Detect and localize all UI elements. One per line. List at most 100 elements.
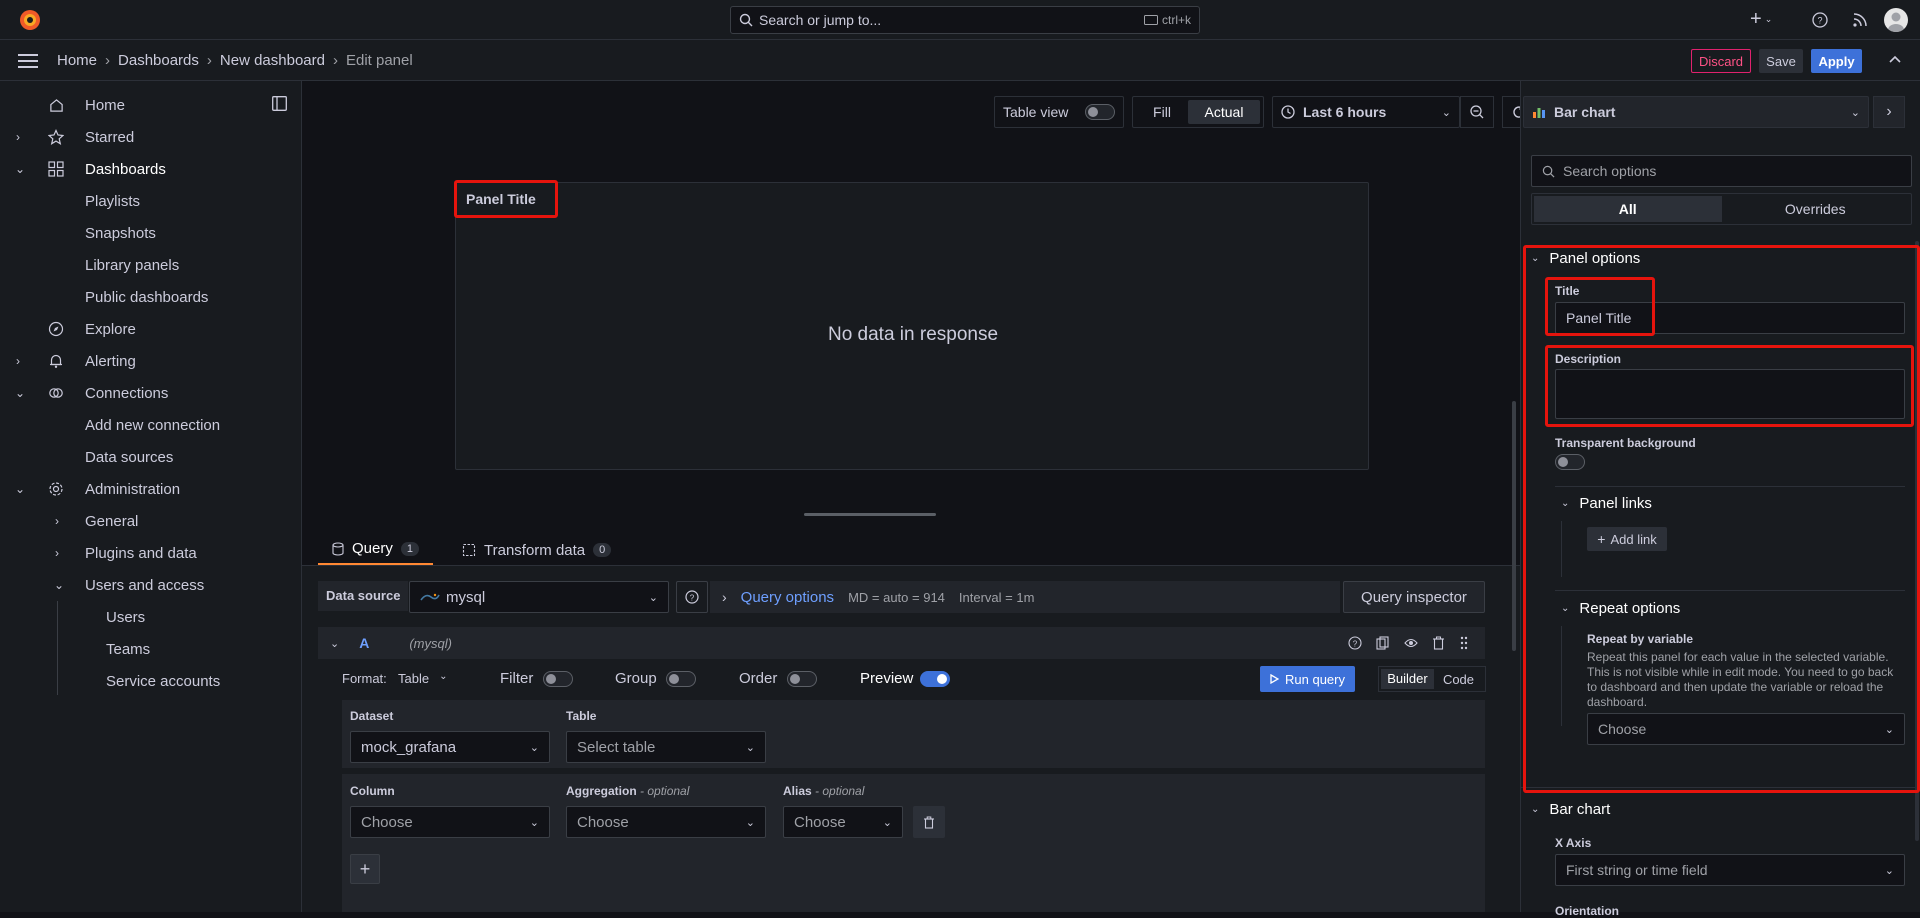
sidebar-item-library-panels[interactable]: Library panels <box>0 249 300 281</box>
preview-toggle[interactable] <box>920 671 950 687</box>
collapse-chevron-up-icon[interactable] <box>1888 54 1902 64</box>
sidebar-item-connections[interactable]: ⌄ Connections <box>0 377 300 409</box>
sidebar-item-plugins-and-data[interactable]: › Plugins and data <box>0 537 300 569</box>
tab-overrides[interactable]: Overrides <box>1722 201 1910 217</box>
new-menu-button[interactable]: + ⌄ <box>1750 8 1772 31</box>
filter-toggle[interactable] <box>543 671 573 687</box>
panel-links-header[interactable]: ⌄ Panel links <box>1561 495 1652 512</box>
chevron-right-icon[interactable]: › <box>55 514 59 528</box>
apply-button[interactable]: Apply <box>1811 49 1862 73</box>
order-toggle[interactable] <box>787 671 817 687</box>
sidebar-item-home[interactable]: Home <box>0 89 300 121</box>
add-link-button[interactable]: + Add link <box>1587 527 1667 551</box>
drag-handle-icon[interactable] <box>1460 636 1468 650</box>
actual-option[interactable]: Actual <box>1188 100 1260 124</box>
chevron-right-icon[interactable]: › <box>16 130 20 144</box>
splitter-handle[interactable] <box>804 513 936 516</box>
breadcrumb-dashboards[interactable]: Dashboards <box>118 52 199 69</box>
hide-query-eye-icon[interactable] <box>1404 637 1418 649</box>
query-inspector-button[interactable]: Query inspector <box>1343 581 1485 613</box>
dataset-select[interactable]: mock_grafana ⌄ <box>350 731 550 763</box>
save-button[interactable]: Save <box>1759 49 1803 73</box>
sidebar-item-playlists[interactable]: Playlists <box>0 185 300 217</box>
options-scrollbar[interactable] <box>1915 241 1919 841</box>
discard-button[interactable]: Discard <box>1691 49 1751 73</box>
datasource-help-icon[interactable]: ? <box>676 581 708 613</box>
breadcrumb-home[interactable]: Home <box>57 52 97 69</box>
chevron-down-icon[interactable]: ⌄ <box>54 578 64 592</box>
add-column-button[interactable]: + <box>350 854 380 884</box>
news-rss-icon[interactable] <box>1852 12 1868 28</box>
query-options-bar[interactable]: › Query options MD = auto = 914 Interval… <box>710 581 1340 613</box>
menu-icon[interactable] <box>18 53 38 69</box>
aggregation-select[interactable]: Choose ⌄ <box>566 806 766 838</box>
user-avatar[interactable] <box>1884 8 1908 32</box>
help-icon[interactable]: ? <box>1812 12 1828 28</box>
sidebar-item-explore[interactable]: Explore <box>0 313 300 345</box>
group-toggle[interactable] <box>666 671 696 687</box>
panel-title[interactable]: Panel Title <box>466 191 536 207</box>
visualization-picker[interactable]: Bar chart ⌄ <box>1523 96 1869 128</box>
chevron-down-icon[interactable]: ⌄ <box>330 637 339 650</box>
query-row-header[interactable]: ⌄ A (mysql) <box>318 627 1485 659</box>
panel-preview[interactable]: Panel Title No data in response <box>455 182 1369 470</box>
tab-transform-data[interactable]: Transform data 0 <box>460 534 613 566</box>
panel-options-title: Panel options <box>1549 250 1641 267</box>
description-textarea[interactable] <box>1555 369 1905 419</box>
search-options-input[interactable]: Search options <box>1531 155 1912 187</box>
section-divider <box>1521 787 1920 788</box>
zoom-out-icon[interactable] <box>1460 96 1494 128</box>
table-select[interactable]: Select table ⌄ <box>566 731 766 763</box>
chevron-down-icon[interactable]: ⌄ <box>15 482 25 496</box>
sidebar-item-starred[interactable]: › Starred <box>0 121 300 153</box>
sidebar-item-public-dashboards[interactable]: Public dashboards <box>0 281 300 313</box>
alias-select[interactable]: Choose ⌄ <box>783 806 903 838</box>
breadcrumb-separator-icon: › <box>332 52 338 69</box>
title-input[interactable]: Panel Title <box>1555 302 1905 334</box>
datasource-picker[interactable]: mysql ⌄ <box>409 581 669 613</box>
duplicate-query-icon[interactable] <box>1376 636 1390 650</box>
sidebar-item-general[interactable]: › General <box>0 505 300 537</box>
format-select[interactable]: Table ⌄ <box>398 671 447 686</box>
chevron-down-icon[interactable]: ⌄ <box>15 162 25 176</box>
tab-query[interactable]: Query 1 <box>318 534 433 566</box>
sidebar-item-teams[interactable]: Teams <box>0 633 300 665</box>
tab-all[interactable]: All <box>1534 196 1722 222</box>
chevron-down-icon[interactable]: ⌄ <box>15 386 25 400</box>
sidebar-item-dashboards[interactable]: ⌄ Dashboards <box>0 153 300 185</box>
sidebar-item-users-and-access[interactable]: ⌄ Users and access <box>0 569 300 601</box>
time-range-picker[interactable]: Last 6 hours ⌄ <box>1272 96 1460 128</box>
column-select[interactable]: Choose ⌄ <box>350 806 550 838</box>
x-axis-select[interactable]: First string or time field ⌄ <box>1555 854 1905 886</box>
code-option[interactable]: Code <box>1434 672 1483 687</box>
table-view-toggle-group[interactable]: Table view <box>994 96 1124 128</box>
sidebar-item-alerting[interactable]: › Alerting <box>0 345 300 377</box>
builder-option[interactable]: Builder <box>1381 669 1434 689</box>
delete-query-trash-icon[interactable] <box>1432 636 1445 650</box>
chevron-right-icon[interactable]: › <box>16 354 20 368</box>
search-bar[interactable]: Search or jump to... ctrl+k <box>730 6 1200 34</box>
sidebar-item-snapshots[interactable]: Snapshots <box>0 217 300 249</box>
collapse-options-chevron-right-icon[interactable]: › <box>1873 96 1905 128</box>
run-query-button[interactable]: Run query <box>1260 666 1355 692</box>
query-ref-id[interactable]: A <box>359 635 369 651</box>
query-help-icon[interactable]: ? <box>1348 636 1362 650</box>
transparent-background-toggle[interactable] <box>1555 454 1585 470</box>
grafana-logo-icon[interactable] <box>18 8 42 32</box>
dataset-value: mock_grafana <box>361 738 457 756</box>
sidebar-item-add-new-connection[interactable]: Add new connection <box>0 409 300 441</box>
sidebar-item-administration[interactable]: ⌄ Administration <box>0 473 300 505</box>
main-scrollbar[interactable] <box>1512 401 1516 651</box>
sidebar-item-users[interactable]: Users <box>0 601 300 633</box>
table-view-toggle[interactable] <box>1085 104 1115 120</box>
remove-column-trash-icon[interactable] <box>913 806 945 838</box>
panel-options-header[interactable]: ⌄ Panel options <box>1531 250 1640 267</box>
bar-chart-section-header[interactable]: ⌄ Bar chart <box>1531 801 1610 818</box>
sidebar-item-data-sources[interactable]: Data sources <box>0 441 300 473</box>
sidebar-item-service-accounts[interactable]: Service accounts <box>0 665 300 697</box>
fill-option[interactable]: Fill <box>1136 104 1188 120</box>
repeat-variable-select[interactable]: Choose ⌄ <box>1587 713 1905 745</box>
breadcrumb-new-dashboard[interactable]: New dashboard <box>220 52 325 69</box>
repeat-options-header[interactable]: ⌄ Repeat options <box>1561 600 1680 617</box>
chevron-right-icon[interactable]: › <box>55 546 59 560</box>
